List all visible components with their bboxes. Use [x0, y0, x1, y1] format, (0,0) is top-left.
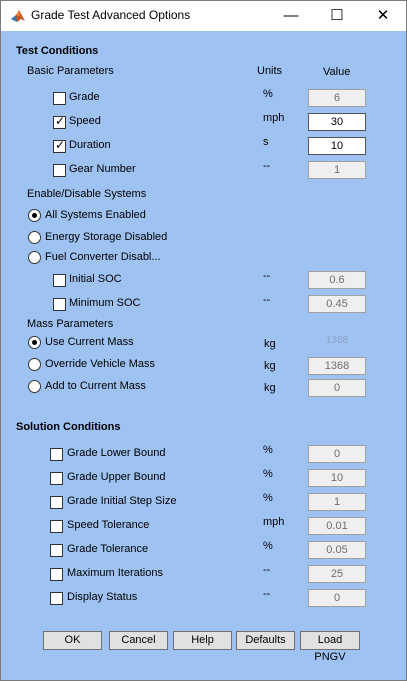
- use-current-mass-label: Use Current Mass: [45, 336, 134, 348]
- maximize-button[interactable]: ☐: [314, 1, 360, 31]
- grade-upper-bound-field[interactable]: 10: [308, 469, 366, 487]
- override-vehicle-mass-label: Override Vehicle Mass: [45, 358, 156, 370]
- minimize-icon: —: [283, 7, 299, 24]
- use-current-mass-unit: kg: [264, 338, 276, 350]
- gear-number-unit: --: [263, 160, 271, 172]
- radio-selected-dot: [32, 340, 37, 345]
- grade-initial-step-size-field[interactable]: 1: [308, 493, 366, 511]
- minimum-soc-field[interactable]: 0.45: [308, 295, 366, 313]
- grade-upper-bound-checkbox[interactable]: [50, 472, 63, 485]
- grade-upper-bound-label: Grade Upper Bound: [67, 471, 166, 483]
- grade-lower-bound-field[interactable]: 0: [308, 445, 366, 463]
- add-to-current-mass-label: Add to Current Mass: [45, 380, 146, 392]
- duration-checkbox[interactable]: ✓: [53, 138, 66, 153]
- initial-soc-field[interactable]: 0.6: [308, 271, 366, 289]
- display-status-checkbox[interactable]: [50, 592, 63, 605]
- close-button[interactable]: ✕: [360, 1, 406, 31]
- grade-initial-step-size-label: Grade Initial Step Size: [67, 495, 177, 507]
- speed-tolerance-label: Speed Tolerance: [67, 519, 150, 531]
- grade-tolerance-checkbox[interactable]: [50, 544, 63, 557]
- initial-soc-label: Initial SOC: [69, 273, 122, 285]
- grade-lower-bound-unit: %: [263, 444, 273, 456]
- energy-storage-disabled-label: Energy Storage Disabled: [45, 231, 168, 243]
- window-title: Grade Test Advanced Options: [31, 8, 191, 22]
- all-systems-enabled-radio[interactable]: [28, 209, 41, 222]
- grade-tolerance-unit: %: [263, 540, 273, 552]
- duration-unit: s: [263, 136, 269, 148]
- title-bar[interactable]: Grade Test Advanced Options — ☐ ✕: [1, 1, 406, 31]
- dialog-window: Grade Test Advanced Options — ☐ ✕ Test C…: [0, 0, 407, 681]
- radio-selected-dot: [32, 213, 37, 218]
- grade-initial-step-size-checkbox[interactable]: [50, 496, 63, 509]
- speed-tolerance-checkbox[interactable]: [50, 520, 63, 533]
- checkmark-icon: ✓: [55, 138, 66, 152]
- defaults-button[interactable]: Defaults: [236, 631, 295, 650]
- grade-initial-step-size-unit: %: [263, 492, 273, 504]
- solution-conditions-heading: Solution Conditions: [16, 421, 121, 433]
- help-button[interactable]: Help: [173, 631, 232, 650]
- grade-lower-bound-checkbox[interactable]: [50, 448, 63, 461]
- use-current-mass-radio[interactable]: [28, 336, 41, 349]
- fuel-converter-disabl-radio[interactable]: [28, 251, 41, 264]
- maximum-iterations-unit: --: [263, 564, 271, 576]
- speed-field[interactable]: 30: [308, 113, 366, 131]
- speed-tolerance-field[interactable]: 0.01: [308, 517, 366, 535]
- minimize-button[interactable]: —: [268, 1, 314, 31]
- dialog-content: Test Conditions Basic Parameters Units V…: [1, 31, 406, 680]
- initial-soc-checkbox[interactable]: [53, 274, 66, 287]
- add-to-current-mass-radio[interactable]: [28, 380, 41, 393]
- grade-label: Grade: [69, 91, 100, 103]
- add-to-current-mass-unit: kg: [264, 382, 276, 394]
- override-vehicle-mass-unit: kg: [264, 360, 276, 372]
- override-vehicle-mass-field[interactable]: 1368: [308, 357, 366, 375]
- speed-unit: mph: [263, 112, 285, 124]
- matlab-icon: [10, 8, 26, 24]
- grade-tolerance-field[interactable]: 0.05: [308, 541, 366, 559]
- duration-field[interactable]: 10: [308, 137, 366, 155]
- energy-storage-disabled-radio[interactable]: [28, 231, 41, 244]
- gear-number-label: Gear Number: [69, 163, 136, 175]
- units-header: Units: [257, 65, 283, 77]
- grade-upper-bound-unit: %: [263, 468, 273, 480]
- gear-number-checkbox[interactable]: [53, 164, 66, 177]
- initial-soc-unit: --: [263, 270, 271, 282]
- grade-tolerance-label: Grade Tolerance: [67, 543, 149, 555]
- close-icon: ✕: [376, 7, 390, 24]
- systems-heading: Enable/Disable Systems: [27, 188, 147, 200]
- checkmark-icon: ✓: [55, 114, 66, 128]
- value-header: Value: [323, 66, 351, 78]
- all-systems-enabled-label: All Systems Enabled: [45, 209, 146, 221]
- load-pngv-button[interactable]: Load PNGV: [300, 631, 360, 663]
- duration-label: Duration: [69, 139, 111, 151]
- grade-checkbox[interactable]: [53, 92, 66, 105]
- speed-tolerance-unit: mph: [263, 516, 285, 528]
- cancel-button[interactable]: Cancel: [109, 631, 168, 650]
- ok-button[interactable]: OK: [43, 631, 102, 650]
- speed-checkbox[interactable]: ✓: [53, 114, 66, 129]
- override-vehicle-mass-radio[interactable]: [28, 358, 41, 371]
- minimum-soc-checkbox[interactable]: [53, 298, 66, 311]
- maximum-iterations-field[interactable]: 25: [308, 565, 366, 583]
- mass-parameters-heading: Mass Parameters: [27, 318, 114, 330]
- speed-label: Speed: [69, 115, 101, 127]
- grade-unit: %: [263, 88, 273, 100]
- use-current-mass-value: 1368: [326, 335, 349, 346]
- grade-lower-bound-label: Grade Lower Bound: [67, 447, 166, 459]
- gear-number-field[interactable]: 1: [308, 161, 366, 179]
- maximum-iterations-checkbox[interactable]: [50, 568, 63, 581]
- display-status-unit: --: [263, 588, 271, 600]
- grade-field[interactable]: 6: [308, 89, 366, 107]
- maximize-icon: ☐: [330, 7, 344, 24]
- display-status-field[interactable]: 0: [308, 589, 366, 607]
- fuel-converter-disabl-label: Fuel Converter Disabl...: [45, 251, 161, 263]
- add-to-current-mass-field[interactable]: 0: [308, 379, 366, 397]
- basic-parameters-heading: Basic Parameters: [27, 65, 114, 77]
- display-status-label: Display Status: [67, 591, 138, 603]
- minimum-soc-label: Minimum SOC: [69, 297, 141, 309]
- test-conditions-heading: Test Conditions: [16, 45, 99, 57]
- minimum-soc-unit: --: [263, 294, 271, 306]
- maximum-iterations-label: Maximum Iterations: [67, 567, 163, 579]
